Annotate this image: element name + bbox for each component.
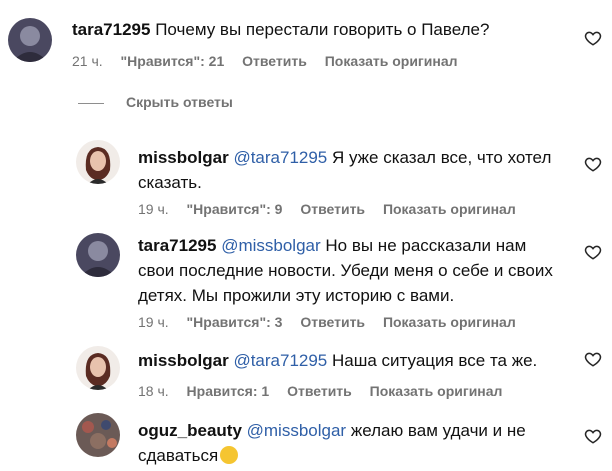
- comment-meta: 21 ч. "Нравится": 21 Ответить Показать о…: [72, 53, 472, 69]
- clapping-hands-icon: [220, 446, 239, 464]
- avatar[interactable]: [8, 18, 52, 62]
- likes-count[interactable]: "Нравится": 3: [187, 314, 283, 330]
- like-heart-icon[interactable]: [584, 350, 602, 368]
- username[interactable]: missbolgar: [138, 351, 229, 370]
- comment-meta: 19 ч. "Нравится": 3 Ответить Показать ор…: [138, 314, 530, 330]
- comment-text: tara71295 @missbolgar Но вы не рассказал…: [138, 233, 558, 308]
- username[interactable]: tara71295: [138, 236, 216, 255]
- comment-body: Наша ситуация все та же.: [327, 351, 538, 370]
- reply-button[interactable]: Ответить: [300, 201, 365, 217]
- like-heart-icon[interactable]: [584, 243, 602, 261]
- likes-count[interactable]: Нравится: 1: [187, 383, 270, 399]
- comment-body: Почему вы перестали говорить о Павеле?: [155, 20, 490, 39]
- show-original-button[interactable]: Показать оригинал: [383, 314, 516, 330]
- like-heart-icon[interactable]: [584, 155, 602, 173]
- likes-count[interactable]: "Нравится": 21: [121, 53, 225, 69]
- timestamp[interactable]: 19 ч.: [138, 314, 169, 330]
- timestamp[interactable]: 18 ч.: [138, 383, 169, 399]
- timestamp[interactable]: 21 ч.: [72, 53, 103, 69]
- avatar[interactable]: [76, 413, 120, 457]
- replies-divider: [78, 102, 104, 104]
- reply-button[interactable]: Ответить: [287, 383, 352, 399]
- username[interactable]: oguz_beauty: [138, 421, 242, 440]
- avatar[interactable]: [76, 140, 120, 184]
- mention-link[interactable]: @missbolgar: [221, 236, 320, 255]
- reply-button[interactable]: Ответить: [242, 53, 307, 69]
- reply-button[interactable]: Ответить: [300, 314, 365, 330]
- hide-replies-button[interactable]: Скрыть ответы: [78, 94, 233, 110]
- comment-text: missbolgar @tara71295 Я уже сказал все, …: [138, 145, 558, 195]
- show-original-button[interactable]: Показать оригинал: [383, 201, 516, 217]
- comment-text: missbolgar @tara71295 Наша ситуация все …: [138, 348, 558, 373]
- mention-link[interactable]: @tara71295: [233, 148, 327, 167]
- username[interactable]: tara71295: [72, 20, 150, 39]
- comment-meta: 19 ч. "Нравится": 9 Ответить Показать ор…: [138, 201, 530, 217]
- hide-replies-label: Скрыть ответы: [126, 94, 233, 110]
- comment-text: oguz_beauty @missbolgar желаю вам удачи …: [138, 418, 558, 468]
- comment-text: tara71295 Почему вы перестали говорить о…: [72, 17, 542, 42]
- like-heart-icon[interactable]: [584, 427, 602, 445]
- comment-meta: 18 ч. Нравится: 1 Ответить Показать ориг…: [138, 383, 516, 399]
- mention-link[interactable]: @tara71295: [233, 351, 327, 370]
- username[interactable]: missbolgar: [138, 148, 229, 167]
- show-original-button[interactable]: Показать оригинал: [370, 383, 503, 399]
- like-heart-icon[interactable]: [584, 29, 602, 47]
- likes-count[interactable]: "Нравится": 9: [187, 201, 283, 217]
- avatar[interactable]: [76, 346, 120, 390]
- show-original-button[interactable]: Показать оригинал: [325, 53, 458, 69]
- mention-link[interactable]: @missbolgar: [247, 421, 346, 440]
- timestamp[interactable]: 19 ч.: [138, 201, 169, 217]
- avatar[interactable]: [76, 233, 120, 277]
